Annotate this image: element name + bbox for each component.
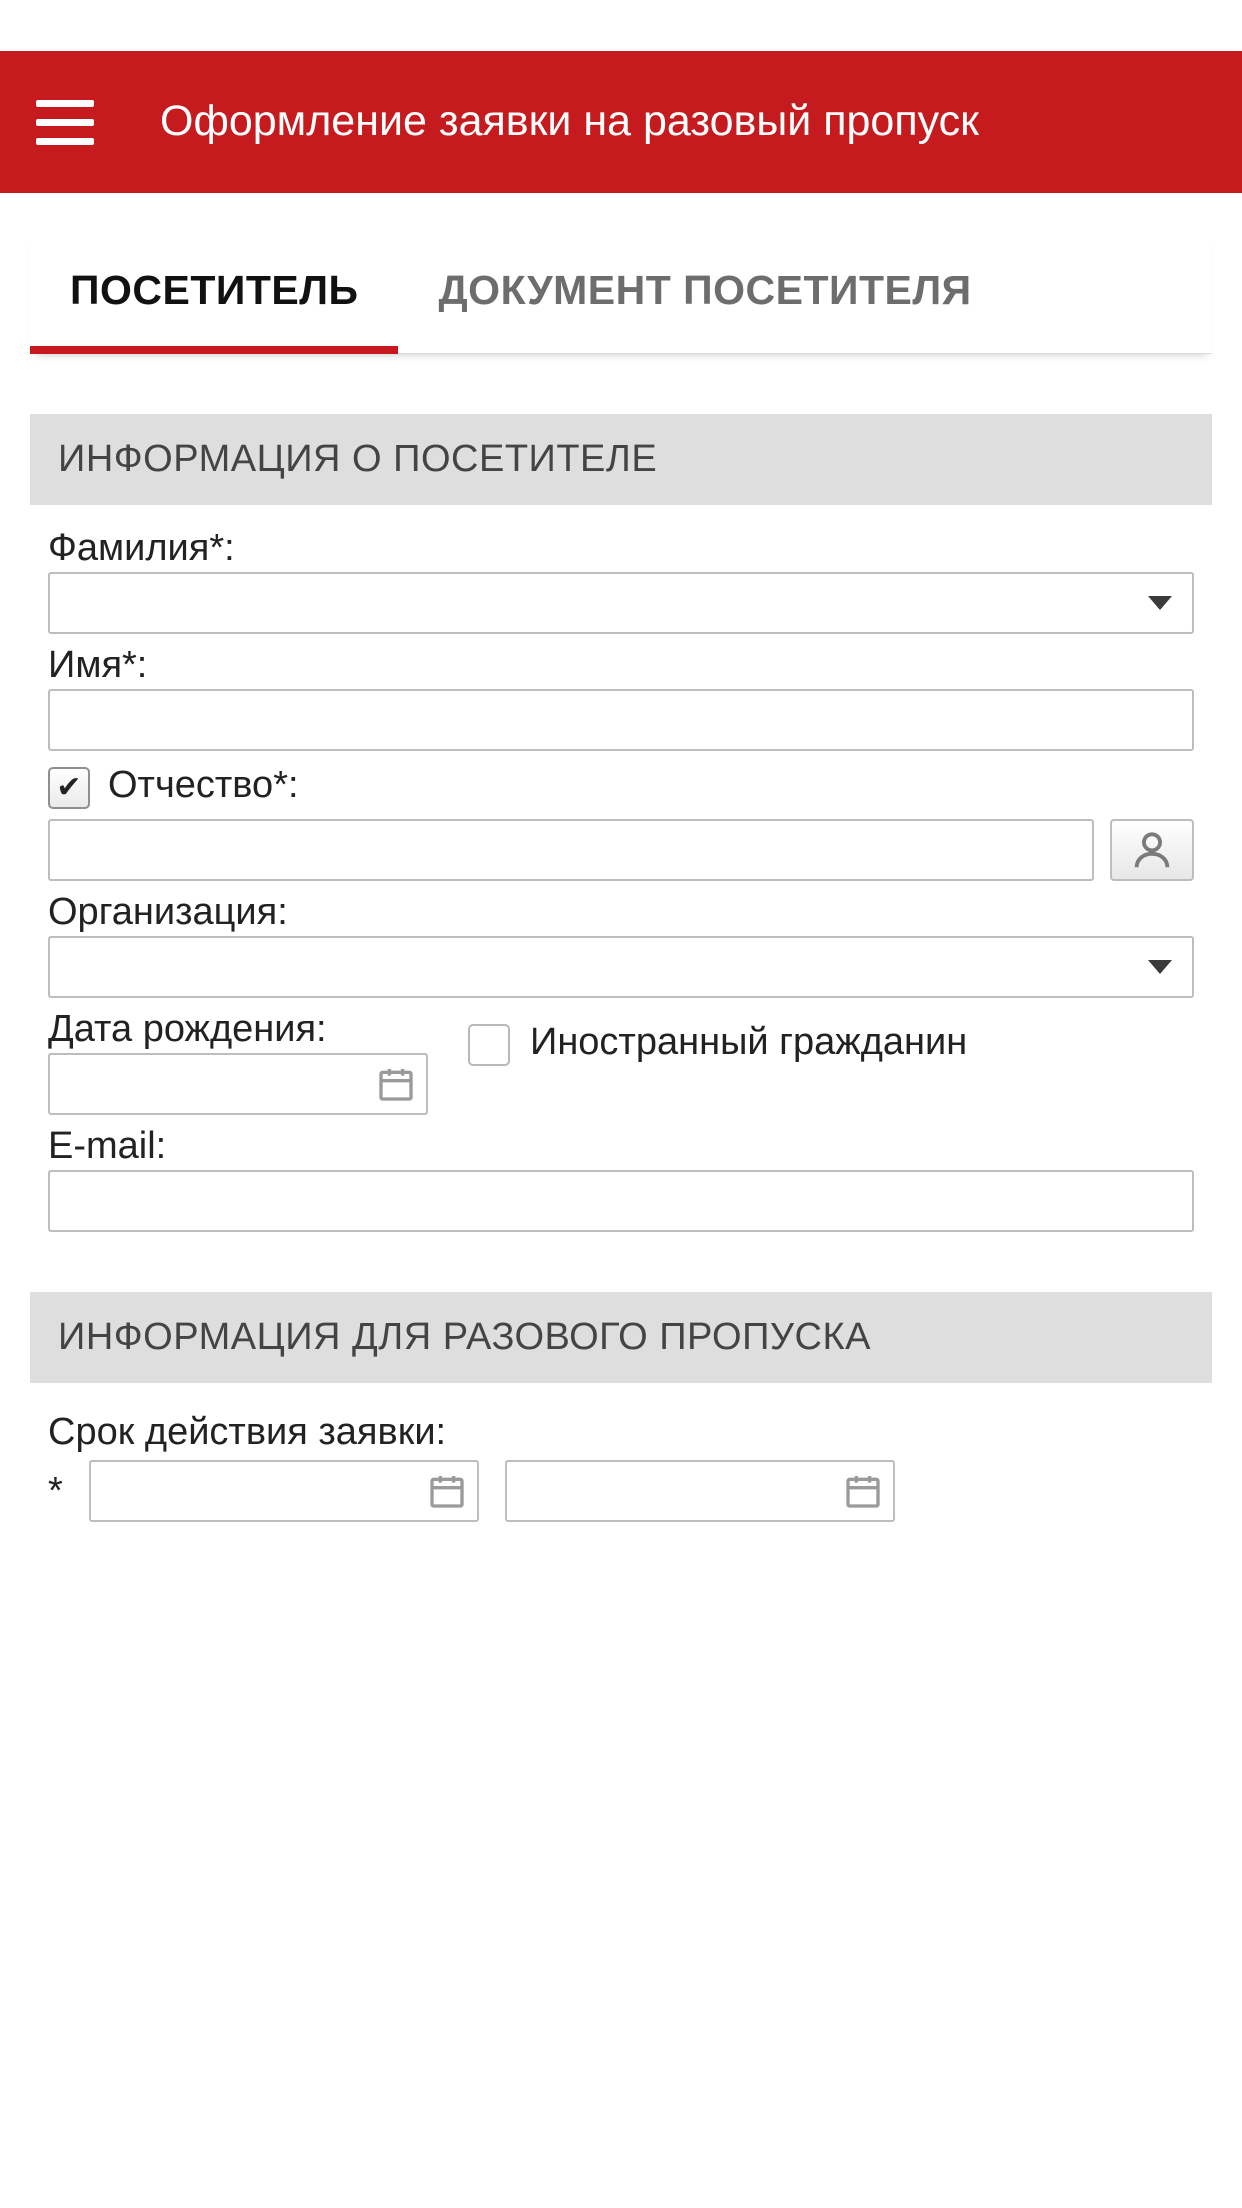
patronymic-label: Отчество*: xyxy=(108,764,299,807)
patronymic-checkbox[interactable] xyxy=(48,767,90,809)
organization-select[interactable] xyxy=(48,936,1194,998)
menu-icon[interactable] xyxy=(25,82,105,162)
foreign-citizen-checkbox[interactable] xyxy=(468,1024,510,1066)
email-label: E-mail: xyxy=(48,1125,1194,1168)
chevron-down-icon xyxy=(1148,960,1172,974)
firstname-label: Имя*: xyxy=(48,644,1194,687)
section-visitor-info-title: ИНФОРМАЦИЯ О ПОСЕТИТЕЛЕ xyxy=(30,414,1212,505)
app-header: Оформление заявки на разовый пропуск xyxy=(0,51,1242,193)
section-visitor-info: ИНФОРМАЦИЯ О ПОСЕТИТЕЛЕ Фамилия*: Имя*: … xyxy=(30,414,1212,1232)
person-lookup-button[interactable] xyxy=(1110,819,1194,881)
person-icon xyxy=(1129,827,1175,873)
validity-from-input[interactable] xyxy=(89,1460,479,1522)
dob-input[interactable] xyxy=(48,1053,428,1115)
tab-visitor-document[interactable]: ДОКУМЕНТ ПОСЕТИТЕЛЯ xyxy=(398,231,1011,353)
tab-bar: ПОСЕТИТЕЛЬ ДОКУМЕНТ ПОСЕТИТЕЛЯ xyxy=(30,231,1212,354)
calendar-icon xyxy=(843,1471,883,1511)
section-pass-info-title: ИНФОРМАЦИЯ ДЛЯ РАЗОВОГО ПРОПУСКА xyxy=(30,1292,1212,1383)
validity-from-asterisk: * xyxy=(48,1470,63,1513)
foreign-citizen-label: Иностранный гражданин xyxy=(530,1020,967,1066)
validity-label: Срок действия заявки: xyxy=(48,1411,1194,1454)
validity-to-input[interactable] xyxy=(505,1460,895,1522)
section-pass-info: ИНФОРМАЦИЯ ДЛЯ РАЗОВОГО ПРОПУСКА Срок де… xyxy=(30,1292,1212,1522)
organization-label: Организация: xyxy=(48,891,1194,934)
page-title: Оформление заявки на разовый пропуск xyxy=(160,95,979,149)
email-input[interactable] xyxy=(48,1170,1194,1232)
tab-visitor[interactable]: ПОСЕТИТЕЛЬ xyxy=(30,231,398,354)
calendar-icon xyxy=(427,1471,467,1511)
firstname-input[interactable] xyxy=(48,689,1194,751)
chevron-down-icon xyxy=(1148,596,1172,610)
patronymic-input[interactable] xyxy=(48,819,1094,881)
dob-label: Дата рождения: xyxy=(48,1008,428,1051)
lastname-label: Фамилия*: xyxy=(48,527,1194,570)
status-bar xyxy=(0,0,1242,51)
calendar-icon xyxy=(376,1064,416,1104)
lastname-select[interactable] xyxy=(48,572,1194,634)
